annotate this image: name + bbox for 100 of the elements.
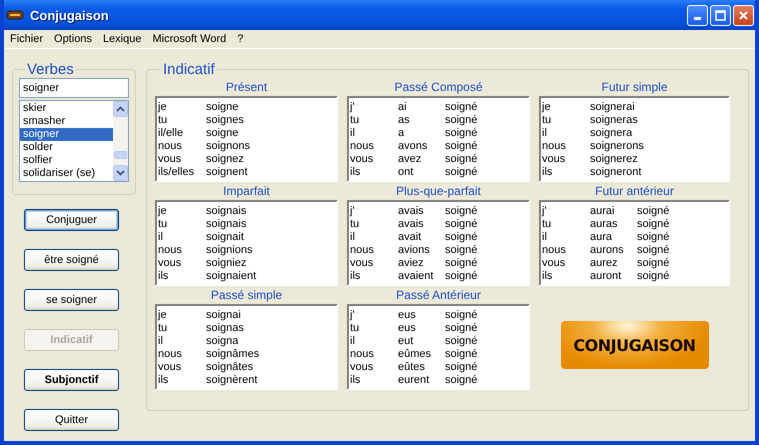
action-button[interactable]: Quitter bbox=[24, 409, 119, 431]
table-cell: soigneront bbox=[590, 166, 642, 179]
table-cell-text: vous bbox=[350, 257, 374, 270]
window-title: Conjugaison bbox=[30, 8, 110, 22]
scroll-down-icon[interactable] bbox=[113, 165, 128, 181]
table-cell-text: ils bbox=[542, 270, 554, 283]
verb-item[interactable]: soigner bbox=[20, 128, 113, 141]
table-cell-text: eus bbox=[398, 322, 417, 335]
verb-item[interactable]: smasher bbox=[20, 115, 113, 128]
table-cell-text: as bbox=[398, 114, 411, 127]
table-cell: soigné bbox=[445, 127, 478, 140]
close-icon bbox=[738, 10, 749, 20]
verb-item[interactable]: skier bbox=[20, 102, 113, 115]
table-cell-text: tu bbox=[350, 114, 360, 127]
group-title: Verbes bbox=[26, 61, 75, 78]
table-cell-text: ils bbox=[158, 374, 170, 387]
table-cell: soignions bbox=[206, 244, 253, 257]
table-cell: soigné bbox=[445, 335, 478, 348]
table-cell-text: j' bbox=[350, 309, 356, 322]
action-button[interactable]: se soigner bbox=[24, 289, 119, 311]
table-cell-text: il bbox=[350, 127, 356, 140]
menu-item[interactable]: Microsoft Word bbox=[152, 33, 226, 45]
minimize-icon bbox=[694, 17, 701, 20]
table-cell-text: soignais bbox=[206, 218, 248, 231]
table-cell-text: vous bbox=[158, 361, 182, 374]
table-cell-text: soignerai bbox=[590, 101, 636, 114]
table-cell: soigné bbox=[637, 270, 670, 283]
table-cell-text: aura bbox=[590, 231, 614, 244]
table-cell-text: aurez bbox=[590, 257, 619, 270]
table-cell-text: soignera bbox=[590, 127, 634, 140]
table-cell: soignaient bbox=[206, 270, 256, 283]
table-cell-text: nous bbox=[350, 348, 375, 361]
table-cell-text: soignait bbox=[206, 231, 245, 244]
table-cell: soigné bbox=[445, 205, 478, 218]
table-cell-text: ils bbox=[350, 374, 362, 387]
action-button[interactable]: Subjonctif bbox=[24, 369, 119, 391]
tense-title: Passé simple bbox=[210, 287, 284, 304]
table-cell-text: il bbox=[350, 335, 356, 348]
verb-item[interactable]: solfier bbox=[20, 154, 113, 167]
menu-item[interactable]: ? bbox=[237, 33, 244, 45]
table-cell-text: aurons bbox=[590, 244, 625, 257]
table-cell-text: soignent bbox=[206, 166, 249, 179]
table-cell-text: vous bbox=[350, 153, 374, 166]
verb-item[interactable]: solder bbox=[20, 141, 113, 154]
menu-item[interactable]: Lexique bbox=[102, 33, 142, 45]
table-cell-text: vous bbox=[542, 153, 566, 166]
table-cell-text: ils/elles bbox=[158, 166, 196, 179]
table-cell-text: j' bbox=[542, 205, 548, 218]
table-cell: soignâtes bbox=[206, 361, 254, 374]
table-cell-text: eut bbox=[398, 335, 414, 348]
table-cell-text: il bbox=[158, 335, 164, 348]
table-cell-text: avons bbox=[398, 140, 428, 153]
table-cell-text: soigne bbox=[206, 127, 240, 140]
table-cell: soigné bbox=[445, 361, 478, 374]
table-cell-text: il bbox=[542, 127, 548, 140]
table-cell: soignerez bbox=[590, 153, 638, 166]
table-cell-text: avions bbox=[398, 244, 431, 257]
verb-field[interactable]: soigner bbox=[19, 78, 129, 98]
tense-title: Futur simple bbox=[600, 79, 669, 96]
menu-item[interactable]: Fichier bbox=[10, 33, 44, 45]
table-cell-text: il bbox=[158, 231, 164, 244]
table-cell: soigné bbox=[445, 218, 478, 231]
scroll-up-icon[interactable] bbox=[113, 101, 128, 117]
menu-item[interactable]: Options bbox=[54, 33, 92, 45]
table-cell-text: avais bbox=[398, 205, 425, 218]
table-cell: soigné bbox=[637, 244, 670, 257]
close-button[interactable] bbox=[733, 4, 754, 26]
table-cell-text: soigna bbox=[206, 335, 240, 348]
table-cell: soigné bbox=[445, 270, 478, 283]
table-cell: soigné bbox=[445, 244, 478, 257]
table-cell-text: a bbox=[398, 127, 406, 140]
table-cell-text: nous bbox=[158, 140, 183, 153]
table-cell: soigné bbox=[445, 140, 478, 153]
table-cell-text: avez bbox=[398, 153, 422, 166]
table-cell-text: tu bbox=[350, 322, 360, 335]
scroll-thumb[interactable] bbox=[114, 151, 127, 159]
table-cell: soigné bbox=[445, 231, 478, 244]
table-cell: soigné bbox=[637, 257, 670, 270]
table-cell-text: ils bbox=[350, 166, 362, 179]
table-cell-text: nous bbox=[158, 244, 183, 257]
table-cell-text: ont bbox=[398, 166, 414, 179]
table-cell-text: eus bbox=[398, 309, 417, 322]
verb-item[interactable]: solidariser (se) bbox=[20, 167, 113, 180]
app-icon bbox=[6, 10, 24, 20]
maximize-button[interactable] bbox=[710, 4, 731, 26]
table-cell-text: eûmes bbox=[398, 348, 432, 361]
tense-title: Futur antérieur bbox=[594, 183, 675, 200]
minimize-button[interactable] bbox=[687, 4, 708, 26]
tense-title: Présent bbox=[224, 79, 268, 96]
action-button[interactable]: Conjuguer bbox=[24, 209, 119, 231]
table-cell-text: soignais bbox=[206, 205, 248, 218]
table-cell-text: il/elle bbox=[158, 127, 184, 140]
action-button[interactable]: être soigné bbox=[24, 249, 119, 271]
tense-title: Plus-que-parfait bbox=[395, 183, 482, 200]
table-cell-text: vous bbox=[542, 257, 566, 270]
table-cell: soigné bbox=[445, 114, 478, 127]
table-cell: soigné bbox=[637, 218, 670, 231]
table-cell-text: eurent bbox=[398, 374, 430, 387]
scrollbar[interactable] bbox=[113, 101, 128, 181]
table-cell-text: nous bbox=[350, 244, 375, 257]
